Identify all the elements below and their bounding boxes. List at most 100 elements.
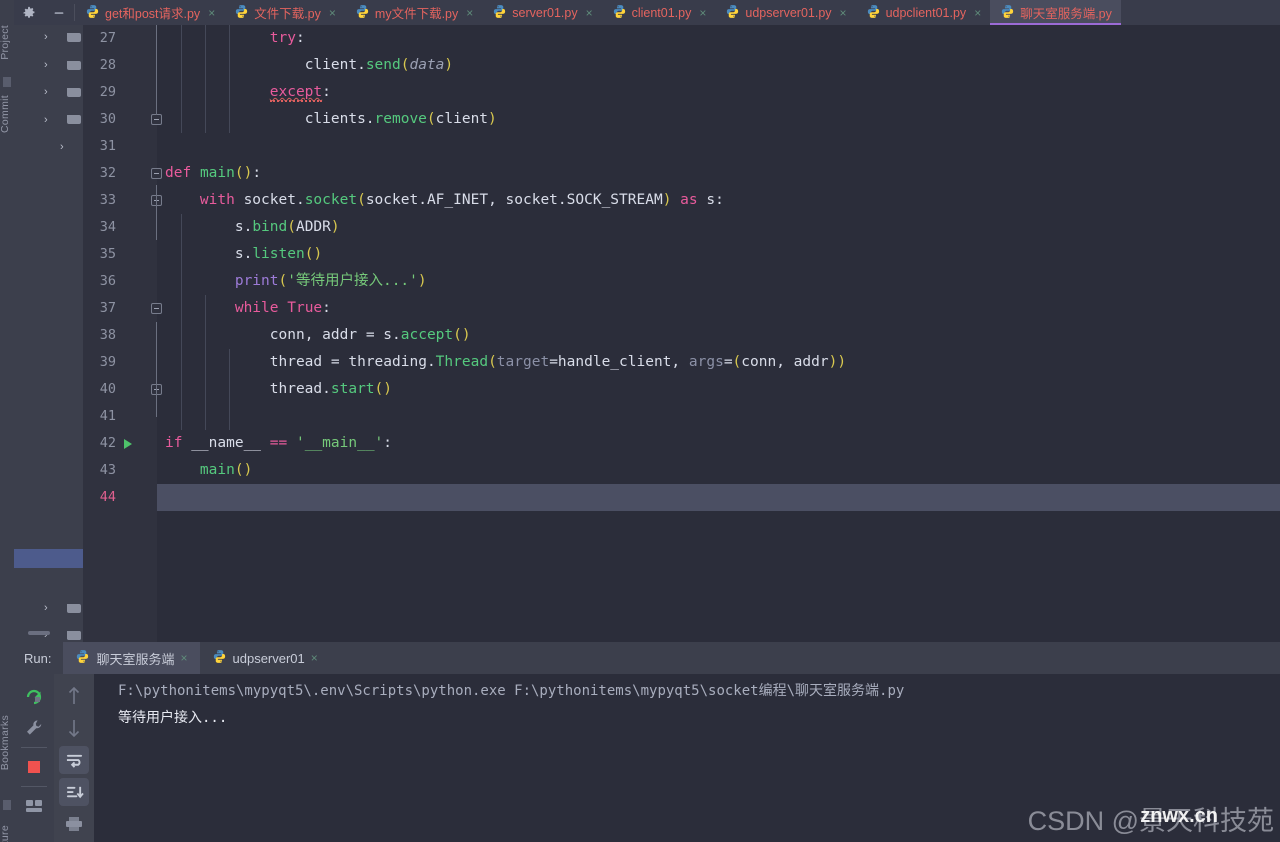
layout-button[interactable] (17, 790, 51, 822)
folder-icon (67, 33, 81, 44)
code-line-34[interactable]: s.bind(ADDR) (157, 214, 1280, 241)
arrow-up-icon (68, 686, 80, 704)
close-icon[interactable]: × (208, 6, 215, 20)
indent-guide-3 (229, 25, 230, 133)
line-number-40: 40 (99, 381, 116, 397)
run-tab-bar: Run: 聊天室服务端 × udpserver01 × (14, 642, 1280, 674)
code-line-33[interactable]: with socket.socket(socket.AF_INET, socke… (157, 187, 1280, 214)
scroll-up-button[interactable] (57, 680, 91, 712)
code-line-40[interactable]: thread.start() (157, 376, 1280, 403)
line-number-37: 37 (99, 300, 116, 316)
run-tab-label: 聊天室服务端 (96, 651, 175, 667)
tree-horizontal-scrollbar[interactable] (28, 631, 50, 635)
tool-window-project[interactable]: Project (0, 25, 14, 60)
python-file-icon (613, 4, 625, 18)
python-run-icon (75, 649, 90, 667)
line-number-27: 27 (99, 30, 116, 46)
editor-tab-bar: get和post请求.py × 文件下载.py × my文件下载.py × server01… (0, 0, 1280, 25)
chevron-right-icon[interactable]: › (44, 87, 53, 98)
soft-wrap-button[interactable] (59, 746, 89, 774)
editor-tab-1[interactable]: get和post请求.py × (75, 0, 225, 25)
folder-icon (67, 115, 81, 126)
close-icon[interactable]: × (974, 6, 981, 20)
close-icon[interactable]: × (466, 6, 473, 20)
settings-wrench-button[interactable] (17, 712, 51, 744)
editor-tab-label: 聊天室服务端.py (1020, 7, 1112, 21)
chevron-right-icon[interactable]: › (44, 32, 53, 43)
editor-tab-2[interactable]: 文件下载.py × (224, 0, 345, 25)
code-line-37[interactable]: while True: (157, 295, 1280, 322)
code-line-28[interactable]: client.send(data) (157, 52, 1280, 79)
project-tree-panel[interactable]: › › › › › › › (14, 25, 83, 642)
close-icon[interactable]: × (180, 651, 187, 665)
close-icon[interactable]: × (586, 6, 593, 20)
chevron-down-icon[interactable]: › (60, 142, 69, 153)
editor-tab-4[interactable]: server01.py × (482, 0, 602, 25)
scroll-to-end-button[interactable] (59, 778, 89, 806)
indent-guide-2 (205, 25, 206, 133)
close-icon[interactable]: × (329, 6, 336, 20)
code-text-area[interactable]: try: client.send(data) except: clients.r… (157, 25, 1280, 642)
chevron-right-icon[interactable]: › (44, 603, 53, 614)
toolbar-divider (21, 747, 47, 748)
code-line-30[interactable]: clients.remove(client) (157, 106, 1280, 133)
code-line-43[interactable]: main() (157, 457, 1280, 484)
rerun-button[interactable] (17, 680, 51, 712)
tree-selected-row[interactable] (14, 549, 83, 568)
editor-tab-5[interactable]: client01.py × (601, 0, 716, 25)
run-tab-1[interactable]: 聊天室服务端 × (63, 642, 200, 674)
close-icon[interactable]: × (311, 651, 318, 665)
code-line-44[interactable] (157, 484, 1280, 511)
code-line-35[interactable]: s.listen() (157, 241, 1280, 268)
minimize-button[interactable] (44, 0, 74, 25)
code-line-41[interactable] (157, 403, 1280, 430)
scroll-down-button[interactable] (57, 712, 91, 744)
line-number-32: 32 (99, 165, 116, 181)
stop-icon (28, 761, 40, 773)
run-gutter-icon[interactable] (124, 439, 132, 449)
run-toolbar-primary (14, 674, 54, 842)
code-line-36[interactable]: print('等待用户接入...') (157, 268, 1280, 295)
code-line-29[interactable]: except: (157, 79, 1280, 106)
code-line-32[interactable]: def main(): (157, 160, 1280, 187)
run-tab-2[interactable]: udpserver01 × (200, 642, 330, 674)
editor-tab-label: my文件下载.py (374, 7, 459, 21)
tool-window-bookmarks[interactable]: Bookmarks (0, 715, 14, 770)
print-button[interactable] (57, 808, 91, 840)
code-line-31[interactable] (157, 133, 1280, 160)
indent-guide-1 (181, 25, 182, 133)
chevron-down-icon[interactable]: › (44, 115, 53, 126)
tool-window-structure[interactable]: Structure (0, 825, 14, 842)
stop-button[interactable] (17, 751, 51, 783)
editor-tab-7[interactable]: udpclient01.py × (855, 0, 991, 25)
editor-tab-8[interactable]: 聊天室服务端.py (990, 0, 1121, 25)
settings-button[interactable] (14, 0, 44, 25)
editor-tab-3[interactable]: my文件下载.py × (344, 0, 483, 25)
code-line-39[interactable]: thread = threading.Thread(target=handle_… (157, 349, 1280, 376)
editor-tab-6[interactable]: udpserver01.py × (715, 0, 856, 25)
python-file-icon (355, 4, 370, 22)
chevron-right-icon[interactable]: › (44, 60, 53, 71)
python-file-icon (492, 4, 507, 22)
python-file-icon (234, 4, 249, 22)
code-line-42[interactable]: if __name__ == '__main__': (157, 430, 1280, 457)
line-number-29: 29 (99, 84, 116, 100)
line-number-35: 35 (99, 246, 116, 262)
run-toolbar-secondary (54, 674, 94, 842)
editor-gutter[interactable]: 27 28 29 30 31 32 33 34 35 36 37 38 39 40 41 42 43 44 (83, 25, 162, 642)
tabbar-left-strip (0, 0, 14, 25)
close-icon[interactable]: × (699, 6, 706, 20)
indent-guide-5 (205, 295, 206, 430)
print-icon (66, 817, 82, 831)
folder-icon (67, 631, 81, 642)
code-editor[interactable]: 27 28 29 30 31 32 33 34 35 36 37 38 39 40 41 42 43 44 try… (83, 25, 1280, 642)
console-output-line: 等待用户接入... (118, 710, 228, 726)
code-line-38[interactable]: conn, addr = s.accept() (157, 322, 1280, 349)
code-line-27[interactable]: try: (157, 25, 1280, 52)
rerun-icon (26, 689, 42, 705)
arrow-down-icon (68, 720, 80, 738)
close-icon[interactable]: × (840, 6, 847, 20)
tool-window-commit[interactable]: Commit (0, 95, 14, 133)
python-file-icon (867, 4, 879, 18)
soft-wrap-icon (66, 754, 82, 768)
